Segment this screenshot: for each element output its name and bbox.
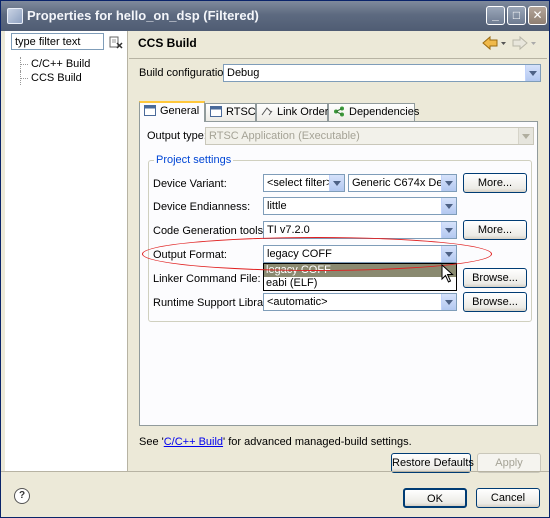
header-separator bbox=[129, 58, 547, 59]
device-filter-value: <select filter> bbox=[267, 177, 333, 189]
chevron-down-icon[interactable] bbox=[525, 65, 540, 81]
link-order-tab-icon bbox=[261, 107, 273, 116]
chevron-down-icon[interactable] bbox=[441, 175, 456, 191]
runtime-lib-browse-button[interactable]: Browse... bbox=[463, 292, 527, 312]
footer-separator bbox=[1, 471, 549, 472]
dependencies-tab-icon bbox=[334, 106, 344, 117]
page-title: CCS Build bbox=[138, 36, 197, 50]
back-dropdown-icon[interactable] bbox=[501, 42, 506, 45]
device-endianness-label: Device Endianness: bbox=[153, 201, 251, 213]
device-variant-label: Device Variant: bbox=[153, 178, 227, 190]
output-type-value: RTSC Application (Executable) bbox=[209, 130, 360, 142]
note-suffix: ' for advanced managed-build settings. bbox=[223, 436, 412, 448]
forward-arrow-icon[interactable] bbox=[512, 35, 528, 51]
apply-button: Apply bbox=[477, 453, 541, 473]
project-settings-label: Project settings bbox=[154, 154, 234, 166]
back-arrow-icon[interactable] bbox=[482, 35, 498, 51]
output-format-combo[interactable]: legacy COFF bbox=[263, 245, 457, 263]
tab-link-order[interactable]: Link Order bbox=[256, 103, 328, 121]
rtsc-tab-icon bbox=[210, 106, 222, 117]
tab-dependencies[interactable]: Dependencies bbox=[328, 103, 419, 121]
codegen-more-button[interactable]: More... bbox=[463, 220, 527, 240]
device-filter-combo[interactable]: <select filter> bbox=[263, 174, 345, 192]
device-endianness-combo[interactable]: little bbox=[263, 197, 457, 215]
build-config-value: Debug bbox=[227, 67, 260, 79]
properties-dialog: Properties for hello_on_dsp (Filtered) _… bbox=[0, 0, 550, 518]
close-button[interactable]: ✕ bbox=[528, 6, 547, 25]
codegen-tools-value: TI v7.2.0 bbox=[267, 224, 310, 236]
preference-tree-panel: C/C++ Build CCS Build bbox=[5, 31, 128, 471]
tab-rtsc[interactable]: RTSC bbox=[205, 103, 256, 121]
chevron-down-icon[interactable] bbox=[441, 198, 456, 214]
history-nav bbox=[482, 35, 536, 51]
chevron-down-icon[interactable] bbox=[329, 175, 344, 191]
linker-cmd-browse-button[interactable]: Browse... bbox=[463, 268, 527, 288]
chevron-down-icon[interactable] bbox=[441, 222, 456, 238]
maximize-button[interactable]: □ bbox=[507, 6, 526, 25]
ok-button[interactable]: OK bbox=[403, 488, 467, 508]
chevron-down-icon bbox=[518, 128, 533, 144]
build-config-label: Build configuration: bbox=[139, 67, 233, 79]
tab-link-order-label: Link Order bbox=[277, 106, 329, 118]
tab-general-label: General bbox=[160, 105, 200, 117]
device-endianness-value: little bbox=[267, 200, 287, 212]
device-variant-more-button[interactable]: More... bbox=[463, 173, 527, 193]
tree-item-ccs-build[interactable]: CCS Build bbox=[17, 71, 90, 85]
device-variant-combo[interactable]: Generic C674x Devic bbox=[348, 174, 457, 192]
app-icon bbox=[7, 8, 23, 24]
runtime-lib-label: Runtime Support Library: bbox=[153, 297, 276, 309]
output-type-label: Output type: bbox=[147, 130, 207, 142]
window-title: Properties for hello_on_dsp (Filtered) bbox=[27, 8, 259, 23]
runtime-lib-combo[interactable]: <automatic> bbox=[263, 293, 457, 311]
clear-filter-icon[interactable] bbox=[109, 35, 123, 49]
advanced-settings-note: See 'C/C++ Build' for advanced managed-b… bbox=[139, 436, 412, 448]
tree-item-cpp-build[interactable]: C/C++ Build bbox=[17, 57, 90, 71]
preference-tree: C/C++ Build CCS Build bbox=[17, 57, 90, 85]
chevron-down-icon[interactable] bbox=[441, 294, 456, 310]
restore-defaults-button[interactable]: Restore Defaults bbox=[391, 453, 474, 473]
help-icon[interactable]: ? bbox=[14, 488, 30, 504]
filter-input[interactable] bbox=[11, 33, 104, 50]
minimize-button[interactable]: _ bbox=[486, 6, 505, 25]
codegen-tools-combo[interactable]: TI v7.2.0 bbox=[263, 221, 457, 239]
tab-general[interactable]: General bbox=[139, 101, 205, 122]
output-format-value: legacy COFF bbox=[267, 248, 332, 260]
output-format-label: Output Format: bbox=[153, 249, 227, 261]
cancel-button[interactable]: Cancel bbox=[476, 488, 540, 508]
general-tab-icon bbox=[144, 105, 156, 116]
tab-rtsc-label: RTSC bbox=[226, 106, 256, 118]
chevron-down-icon[interactable] bbox=[441, 246, 456, 262]
runtime-lib-value: <automatic> bbox=[267, 296, 328, 308]
output-format-option-elf[interactable]: eabi (ELF) bbox=[264, 277, 456, 290]
tab-dependencies-label: Dependencies bbox=[349, 106, 420, 118]
build-config-combo[interactable]: Debug bbox=[223, 64, 541, 82]
output-format-option-coff[interactable]: legacy COFF bbox=[264, 264, 456, 277]
output-format-dropdown: legacy COFF eabi (ELF) bbox=[263, 263, 457, 291]
codegen-tools-label: Code Generation tools: bbox=[153, 225, 267, 237]
title-bar[interactable]: Properties for hello_on_dsp (Filtered) _… bbox=[1, 1, 549, 31]
note-prefix: See ' bbox=[139, 436, 164, 448]
cpp-build-link[interactable]: C/C++ Build bbox=[164, 436, 223, 448]
mouse-cursor-icon bbox=[441, 264, 454, 283]
output-type-combo: RTSC Application (Executable) bbox=[205, 127, 534, 145]
linker-cmd-label: Linker Command File: bbox=[153, 273, 261, 285]
forward-dropdown-icon[interactable] bbox=[531, 42, 536, 45]
